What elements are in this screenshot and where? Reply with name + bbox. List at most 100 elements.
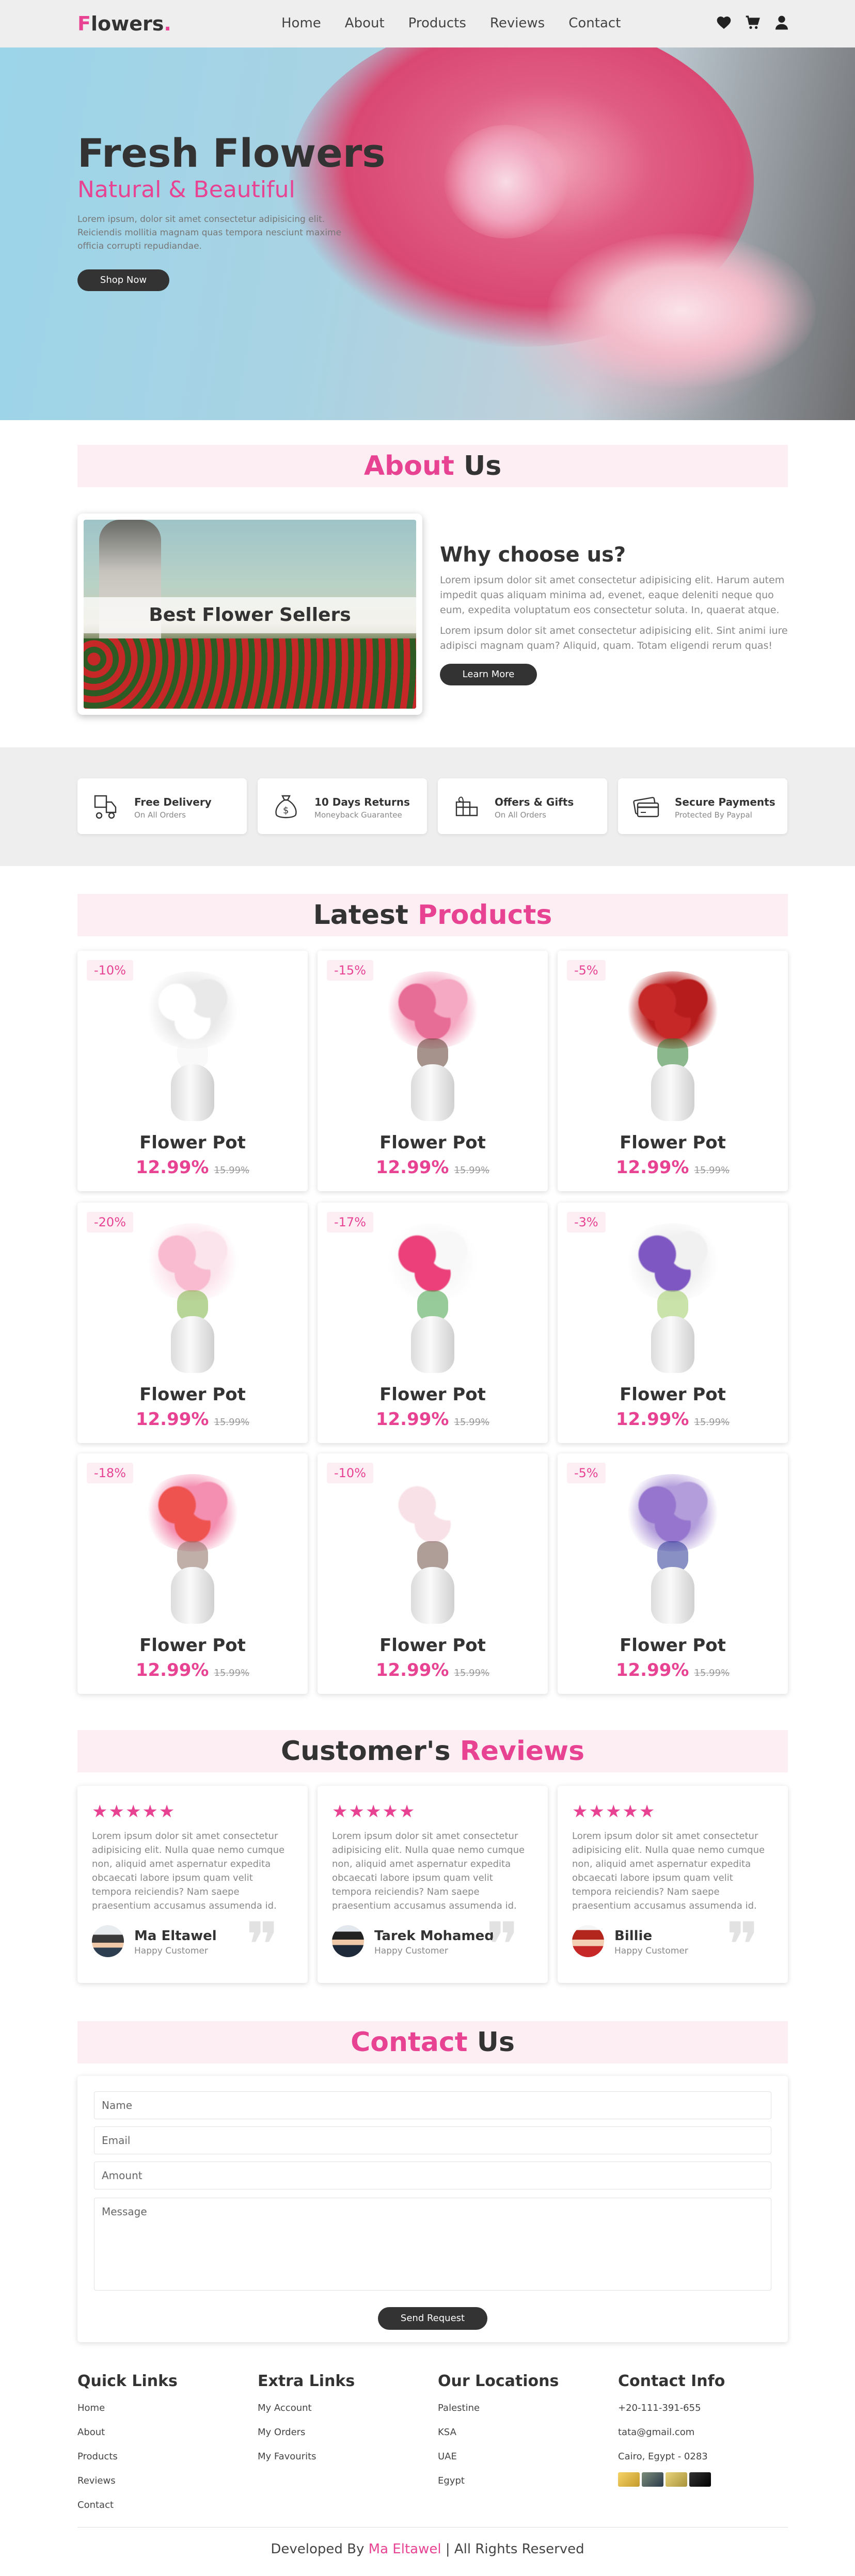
footer-link[interactable]: Egypt (438, 2475, 559, 2486)
payment-card-icon (618, 2472, 640, 2487)
current-price: 12.99% (135, 1409, 209, 1430)
old-price: 15.99% (214, 1668, 250, 1678)
footer-link[interactable]: +20-111-391-655 (618, 2403, 725, 2413)
footer-extra-links: Extra Links My Account My Orders My Favo… (258, 2372, 355, 2475)
footer-link[interactable]: My Account (258, 2403, 355, 2413)
product-card[interactable]: -15% Flower Pot 12.99% 15.99% (318, 951, 548, 1191)
product-name: Flower Pot (620, 1132, 726, 1153)
product-name: Flower Pot (620, 1635, 726, 1656)
product-card[interactable]: -3% Flower Pot 12.99% 15.99% (558, 1203, 788, 1443)
flower-center (444, 125, 568, 238)
reviewer-role: Happy Customer (614, 1946, 688, 1956)
footer-link[interactable]: My Favourits (258, 2451, 355, 2462)
feature-card: Free Delivery On All Orders (77, 778, 247, 834)
old-price: 15.99% (454, 1417, 490, 1428)
discount-badge: -5% (567, 1463, 606, 1483)
discount-badge: -15% (327, 960, 374, 981)
footer-link[interactable]: Contact (77, 2500, 178, 2510)
payment-card-icon (642, 2472, 663, 2487)
rating-stars: ★★★★★ (572, 1801, 656, 1822)
product-image (371, 1218, 495, 1373)
delivery-icon (94, 795, 117, 819)
product-card[interactable]: -20% Flower Pot 12.99% 15.99% (77, 1203, 308, 1443)
nav-about[interactable]: About (345, 15, 385, 31)
developer-link[interactable]: Ma Eltawel (369, 2541, 441, 2557)
discount-badge: -18% (87, 1463, 134, 1483)
why-paragraph-1: Lorem ipsum dolor sit amet consectetur a… (440, 574, 785, 616)
product-card[interactable]: -5% Flower Pot 12.99% 15.99% (558, 1453, 788, 1694)
heart-icon[interactable] (716, 14, 732, 31)
product-name: Flower Pot (620, 1384, 726, 1405)
footer-link[interactable]: My Orders (258, 2427, 355, 2438)
footer-locations: Our Locations Palestine KSA UAE Egypt (438, 2372, 559, 2500)
amount-field[interactable]: Amount (94, 2162, 771, 2189)
discount-badge: -5% (567, 960, 606, 981)
nav-home[interactable]: Home (281, 15, 321, 31)
hero-title: Fresh Flowers (77, 130, 386, 176)
discount-badge: -10% (87, 960, 134, 981)
old-price: 15.99% (454, 1668, 490, 1678)
footer-link[interactable]: Products (77, 2451, 178, 2462)
discount-badge: -3% (567, 1212, 606, 1233)
header-icons (716, 14, 790, 31)
product-card[interactable]: -17% Flower Pot 12.99% 15.99% (318, 1203, 548, 1443)
hero-text: Lorem ipsum, dolor sit amet consectetur … (77, 214, 342, 251)
footer-link[interactable]: tata@gmail.com (618, 2427, 725, 2438)
user-icon[interactable] (773, 14, 790, 31)
cart-icon[interactable] (745, 14, 761, 31)
review-text: Lorem ipsum dolor sit amet consectetur a… (572, 1831, 765, 1911)
email-field[interactable]: Email (94, 2126, 771, 2154)
footer-heading: Quick Links (77, 2372, 178, 2390)
product-card[interactable]: -18% Flower Pot 12.99% 15.99% (77, 1453, 308, 1694)
learn-more-button[interactable]: Learn More (440, 664, 537, 685)
footer-link[interactable]: Palestine (438, 2403, 559, 2413)
product-card[interactable]: -5% Flower Pot 12.99% 15.99% (558, 951, 788, 1191)
about-image-caption: Best Flower Sellers (84, 597, 416, 633)
footer-link[interactable]: Home (77, 2403, 178, 2413)
name-field[interactable]: Name (94, 2091, 771, 2119)
footer-link[interactable]: About (77, 2427, 178, 2438)
product-card[interactable]: -10% Flower Pot 12.99% 15.99% (77, 951, 308, 1191)
current-price: 12.99% (375, 1660, 449, 1681)
reviewer-role: Happy Customer (374, 1946, 448, 1956)
product-price: 12.99% 15.99% (77, 1409, 308, 1430)
feature-subtitle: Protected By Paypal (675, 810, 752, 820)
product-card[interactable]: -10% Flower Pot 12.99% 15.99% (318, 1453, 548, 1694)
current-price: 12.99% (135, 1157, 209, 1178)
footer-link[interactable]: Cairo, Egypt - 0283 (618, 2451, 725, 2462)
old-price: 15.99% (694, 1165, 730, 1176)
reviewer-name: Tarek Mohamed (374, 1928, 494, 1944)
nav-products[interactable]: Products (408, 15, 466, 31)
feature-card: Offers & Gifts On All Orders (438, 778, 607, 834)
footer-heading: Our Locations (438, 2372, 559, 2390)
product-image (371, 1469, 495, 1624)
reviewer-name: Ma Eltawel (134, 1928, 217, 1944)
avatar (92, 1925, 124, 1957)
footer-link[interactable]: KSA (438, 2427, 559, 2438)
product-image (131, 1469, 255, 1624)
discount-badge: -10% (327, 1463, 374, 1483)
current-price: 12.99% (615, 1409, 689, 1430)
quote-icon: ❞ (726, 1910, 759, 1981)
footer-link[interactable]: UAE (438, 2451, 559, 2462)
hero-subtitle: Natural & Beautiful (77, 177, 295, 203)
current-price: 12.99% (375, 1157, 449, 1178)
product-image (371, 966, 495, 1121)
shop-now-button[interactable]: Shop Now (77, 269, 169, 291)
avatar (572, 1925, 604, 1957)
nav-reviews[interactable]: Reviews (490, 15, 545, 31)
logo[interactable]: Flowers. (77, 12, 171, 35)
why-paragraph-2: Lorem ipsum dolor sit amet consectetur a… (440, 625, 788, 651)
hero-banner: Fresh Flowers Natural & Beautiful Lorem … (0, 47, 855, 420)
product-price: 12.99% 15.99% (558, 1409, 788, 1430)
product-price: 12.99% 15.99% (318, 1660, 548, 1681)
gift-icon (455, 796, 478, 817)
nav-contact[interactable]: Contact (568, 15, 621, 31)
message-field[interactable]: Message (94, 2198, 771, 2291)
footer-link[interactable]: Reviews (77, 2475, 178, 2486)
footer-credit: Developed By Ma Eltawel | All Rights Res… (271, 2541, 584, 2557)
about-video-card: Best Flower Sellers (77, 514, 422, 715)
product-image (611, 1469, 735, 1624)
send-request-button[interactable]: Send Request (378, 2307, 487, 2330)
review-card: ★★★★★ Lorem ipsum dolor sit amet consect… (318, 1786, 548, 1983)
